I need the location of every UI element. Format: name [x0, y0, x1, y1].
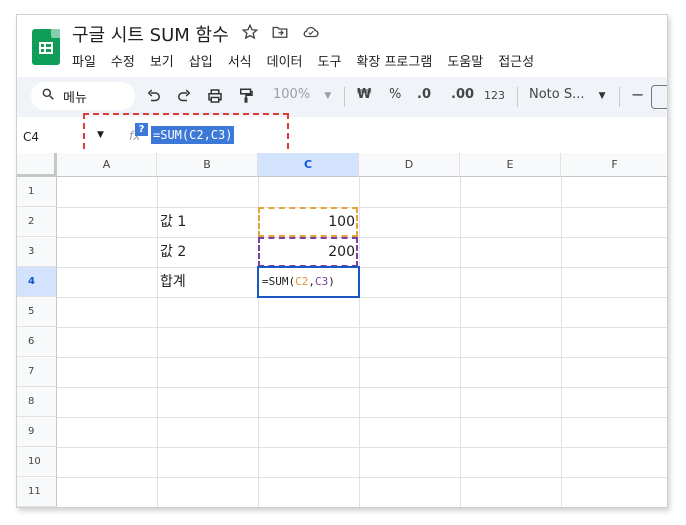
formula-comma: , [308, 275, 315, 288]
row-header-4[interactable]: 4 [17, 267, 57, 297]
formula-suffix: ) [328, 275, 335, 288]
menu-insert[interactable]: 삽입 [189, 51, 213, 70]
menu-accessibility[interactable]: 접근성 [498, 51, 534, 70]
document-title[interactable]: 구글 시트 SUM 함수 [72, 21, 229, 47]
row-header-1[interactable]: 1 [17, 177, 57, 207]
toolbar: 메뉴 100% ▼ ₩ % .0 .00 123 Noto S... ▼ − [17, 77, 667, 117]
row-header-11[interactable]: 11 [17, 477, 57, 507]
zoom-select[interactable]: 100% ▼ [273, 87, 331, 102]
menu-search[interactable]: 메뉴 [31, 82, 135, 110]
window: 구글 시트 SUM 함수 파일 수정 보기 삽입 서식 데이터 도구 확장 프로… [16, 14, 668, 508]
menu-format[interactable]: 서식 [228, 51, 252, 70]
cell-b3[interactable]: 값 2 [157, 237, 258, 267]
menu-data[interactable]: 데이터 [267, 51, 303, 70]
row-header-8[interactable]: 8 [17, 387, 57, 417]
row-header-6[interactable]: 6 [17, 327, 57, 357]
font-select-value: Noto S... [529, 87, 585, 102]
redo-icon[interactable] [175, 87, 193, 105]
zoom-value: 100% [273, 87, 311, 102]
row-header-3[interactable]: 3 [17, 237, 57, 267]
menu-bar: 파일 수정 보기 삽입 서식 데이터 도구 확장 프로그램 도움말 접근성 [72, 51, 534, 70]
chevron-down-icon[interactable]: ▼ [97, 130, 104, 140]
currency-format-button[interactable]: ₩ [357, 87, 371, 102]
number-format-button[interactable]: 123 [484, 89, 505, 102]
print-icon[interactable] [206, 87, 224, 105]
menu-help[interactable]: 도움말 [447, 51, 483, 70]
formula-bar: C4 ▼ fx ? =SUM(C2,C3) [17, 123, 667, 151]
move-folder-icon[interactable] [271, 23, 289, 41]
menu-tools[interactable]: 도구 [318, 51, 342, 70]
column-header-e[interactable]: E [460, 153, 561, 177]
search-icon [41, 87, 55, 105]
row-header-7[interactable]: 7 [17, 357, 57, 387]
menu-view[interactable]: 보기 [150, 51, 174, 70]
spreadsheet-grid: A B C D E F 1 2 3 4 5 6 7 8 9 10 11 값 1 [17, 153, 667, 507]
menu-search-label: 메뉴 [63, 90, 87, 106]
cloud-status-icon[interactable] [301, 23, 321, 41]
percent-format-button[interactable]: % [389, 87, 401, 102]
name-box[interactable]: C4 [23, 130, 39, 144]
chevron-down-icon: ▼ [598, 91, 606, 101]
cell-b2[interactable]: 값 1 [157, 207, 258, 237]
menu-file[interactable]: 파일 [72, 51, 96, 70]
formula-ref-c2: C2 [295, 275, 309, 288]
formula-input[interactable]: =SUM(C2,C3) [151, 126, 235, 144]
paint-format-icon[interactable] [237, 87, 255, 105]
column-header-f[interactable]: F [561, 153, 667, 177]
column-header-b[interactable]: B [157, 153, 258, 177]
row-header-9[interactable]: 9 [17, 417, 57, 447]
increase-decimal-button[interactable]: .00 [451, 87, 474, 102]
font-select[interactable]: Noto S... ▼ [529, 87, 606, 102]
chevron-down-icon: ▼ [324, 91, 332, 101]
menu-extensions[interactable]: 확장 프로그램 [356, 51, 432, 70]
select-all-corner[interactable] [17, 153, 57, 177]
row-header-2[interactable]: 2 [17, 207, 57, 237]
formula-help-icon[interactable]: ? [135, 123, 148, 136]
decrease-decimal-label: .0 [417, 87, 431, 102]
decrease-font-size-button[interactable]: − [631, 85, 644, 104]
row-header-5[interactable]: 5 [17, 297, 57, 327]
formula-ref-c3: C3 [315, 275, 329, 288]
column-header-a[interactable]: A [57, 153, 157, 177]
range-highlight-c3 [258, 237, 358, 267]
sheets-logo-icon[interactable] [32, 29, 60, 65]
star-icon[interactable] [241, 23, 259, 41]
cell-b4[interactable]: 합계 [157, 267, 258, 297]
column-header-c[interactable]: C [258, 153, 359, 177]
row-header-10[interactable]: 10 [17, 447, 57, 477]
formula-prefix: =SUM( [262, 275, 296, 288]
range-highlight-c2 [258, 207, 358, 237]
menu-edit[interactable]: 수정 [111, 51, 135, 70]
cell-c4-editor[interactable]: =SUM(C2,C3) [257, 266, 360, 298]
column-header-d[interactable]: D [359, 153, 460, 177]
font-size-input[interactable] [651, 85, 667, 109]
decrease-decimal-button[interactable]: .0 [417, 87, 431, 102]
undo-icon[interactable] [145, 87, 163, 105]
increase-decimal-label: .00 [451, 87, 475, 102]
